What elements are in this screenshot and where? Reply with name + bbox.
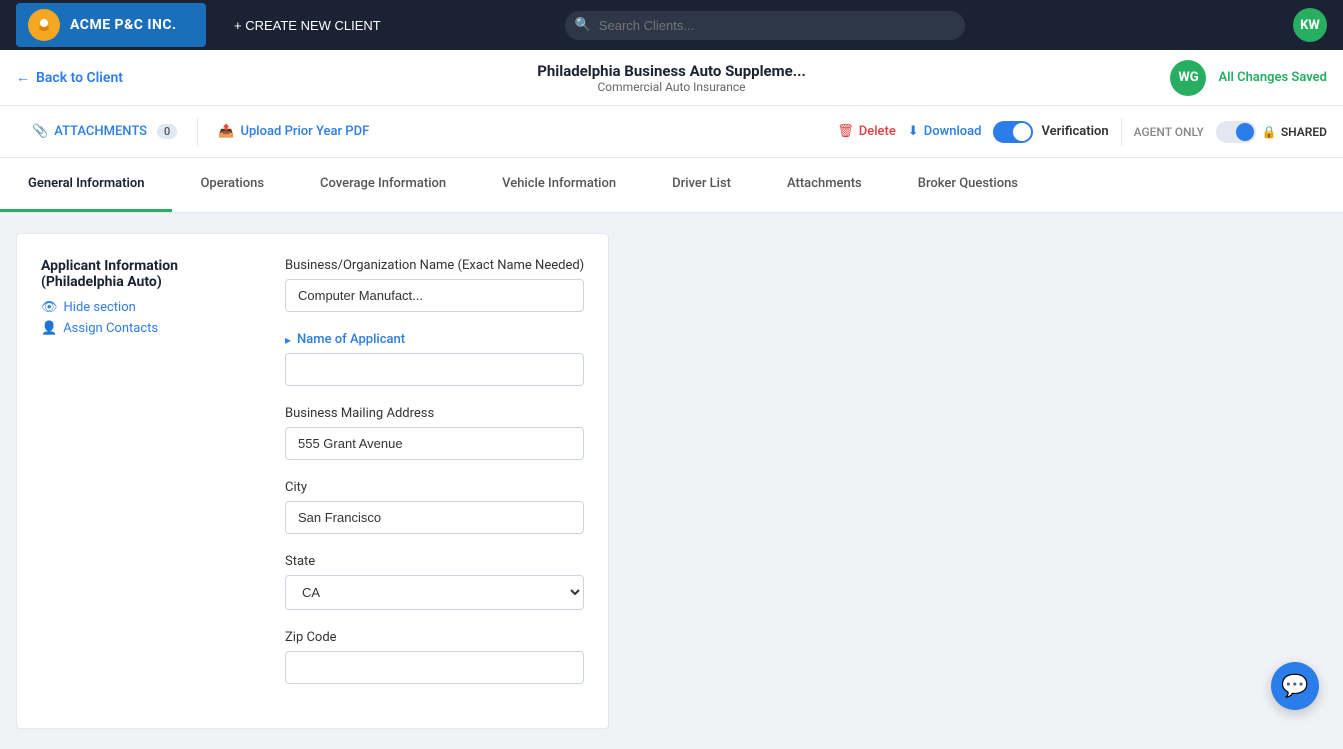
- mailing-address-group: Business Mailing Address: [285, 406, 584, 460]
- state-label: State: [285, 554, 584, 569]
- verification-toggle-area: Verification: [993, 121, 1108, 143]
- person-icon: 👤: [41, 321, 57, 336]
- download-button[interactable]: ⬇ Download: [908, 124, 982, 139]
- upload-pdf-button[interactable]: 📤 Upload Prior Year PDF: [202, 106, 385, 157]
- hide-section-link[interactable]: 👁 Hide section: [41, 300, 261, 315]
- tab-vehicle-information[interactable]: Vehicle Information: [474, 158, 644, 212]
- search-bar: 🔍: [565, 11, 965, 40]
- logo-icon: [28, 9, 60, 41]
- chevron-right-icon: ▸: [285, 333, 291, 347]
- search-icon: 🔍: [575, 18, 591, 33]
- business-name-label: Business/Organization Name (Exact Name N…: [285, 258, 584, 273]
- tabs-row: General Information Operations Coverage …: [0, 158, 1343, 213]
- wg-avatar: WG: [1170, 60, 1206, 96]
- download-icon: ⬇: [908, 124, 919, 139]
- trash-icon: 🗑: [837, 124, 854, 139]
- shared-toggle-area: 🔒 SHARED: [1216, 121, 1327, 143]
- state-select[interactable]: CA NY TX FL WA OR NV AZ: [285, 575, 584, 610]
- verification-toggle[interactable]: [993, 121, 1033, 143]
- name-applicant-group: ▸ Name of Applicant: [285, 332, 584, 386]
- back-arrow-icon: ←: [16, 69, 30, 86]
- mailing-address-input[interactable]: [285, 427, 584, 460]
- document-title: Philadelphia Business Auto Suppleme...: [537, 62, 806, 80]
- agent-only-label: AGENT ONLY: [1134, 125, 1204, 139]
- tab-broker-questions[interactable]: Broker Questions: [890, 158, 1046, 212]
- attachments-count: 0: [157, 124, 177, 139]
- create-client-button[interactable]: + CREATE NEW CLIENT: [222, 12, 393, 39]
- section-sidebar: Applicant Information (Philadelphia Auto…: [41, 258, 261, 704]
- shared-label: 🔒 SHARED: [1262, 125, 1327, 139]
- tab-general-information[interactable]: General Information: [0, 158, 172, 212]
- back-to-client-link[interactable]: ← Back to Client: [16, 69, 123, 86]
- top-navigation: ACME P&C INC. + CREATE NEW CLIENT 🔍 KW: [0, 0, 1343, 50]
- toolbar-divider-2: [1121, 118, 1122, 146]
- save-status: All Changes Saved: [1218, 70, 1327, 85]
- document-title-area: Philadelphia Business Auto Suppleme... C…: [537, 62, 806, 94]
- name-applicant-label: Name of Applicant: [297, 332, 405, 347]
- verification-label: Verification: [1041, 124, 1108, 139]
- logo-area: ACME P&C INC.: [16, 3, 206, 47]
- mailing-address-label: Business Mailing Address: [285, 406, 584, 421]
- search-input[interactable]: [565, 11, 965, 40]
- business-name-group: Business/Organization Name (Exact Name N…: [285, 258, 584, 312]
- tab-attachments[interactable]: Attachments: [759, 158, 890, 212]
- content-wrapper: Applicant Information (Philadelphia Auto…: [16, 233, 609, 729]
- assign-contacts-link[interactable]: 👤 Assign Contacts: [41, 321, 261, 336]
- content-area: Applicant Information (Philadelphia Auto…: [0, 213, 1343, 749]
- tab-driver-list[interactable]: Driver List: [644, 158, 759, 212]
- toolbar-divider-1: [197, 118, 198, 146]
- zip-group: Zip Code: [285, 630, 584, 684]
- user-avatar[interactable]: KW: [1293, 8, 1327, 42]
- upload-icon: 📤: [218, 124, 234, 139]
- zip-input[interactable]: [285, 651, 584, 684]
- subheader-right: WG All Changes Saved: [1170, 60, 1327, 96]
- business-name-input[interactable]: [285, 279, 584, 312]
- section-title: Applicant Information (Philadelphia Auto…: [41, 258, 261, 290]
- subheader: ← Back to Client Philadelphia Business A…: [0, 50, 1343, 106]
- attachment-icon: 📎: [32, 124, 48, 139]
- document-subtitle: Commercial Auto Insurance: [537, 80, 806, 94]
- toolbar-right: 🗑 Delete ⬇ Download Verification AGENT O…: [837, 118, 1327, 146]
- eye-icon: 👁: [41, 300, 58, 315]
- chat-icon: 💬: [1281, 674, 1308, 699]
- toolbar: 📎 ATTACHMENTS 0 📤 Upload Prior Year PDF …: [0, 106, 1343, 158]
- state-group: State CA NY TX FL WA OR NV AZ: [285, 554, 584, 610]
- form-area: Business/Organization Name (Exact Name N…: [285, 258, 584, 704]
- city-input[interactable]: [285, 501, 584, 534]
- shared-toggle[interactable]: [1216, 121, 1256, 143]
- city-label: City: [285, 480, 584, 495]
- delete-button[interactable]: 🗑 Delete: [837, 124, 896, 139]
- city-group: City: [285, 480, 584, 534]
- name-applicant-row: ▸ Name of Applicant: [285, 332, 584, 347]
- chat-bubble-button[interactable]: 💬: [1271, 662, 1319, 710]
- attachments-button[interactable]: 📎 ATTACHMENTS 0: [16, 106, 193, 157]
- tab-operations[interactable]: Operations: [172, 158, 292, 212]
- lock-icon: 🔒: [1262, 125, 1277, 139]
- zip-label: Zip Code: [285, 630, 584, 645]
- logo-text: ACME P&C INC.: [70, 17, 177, 33]
- name-applicant-input[interactable]: [285, 353, 584, 386]
- tab-coverage-information[interactable]: Coverage Information: [292, 158, 474, 212]
